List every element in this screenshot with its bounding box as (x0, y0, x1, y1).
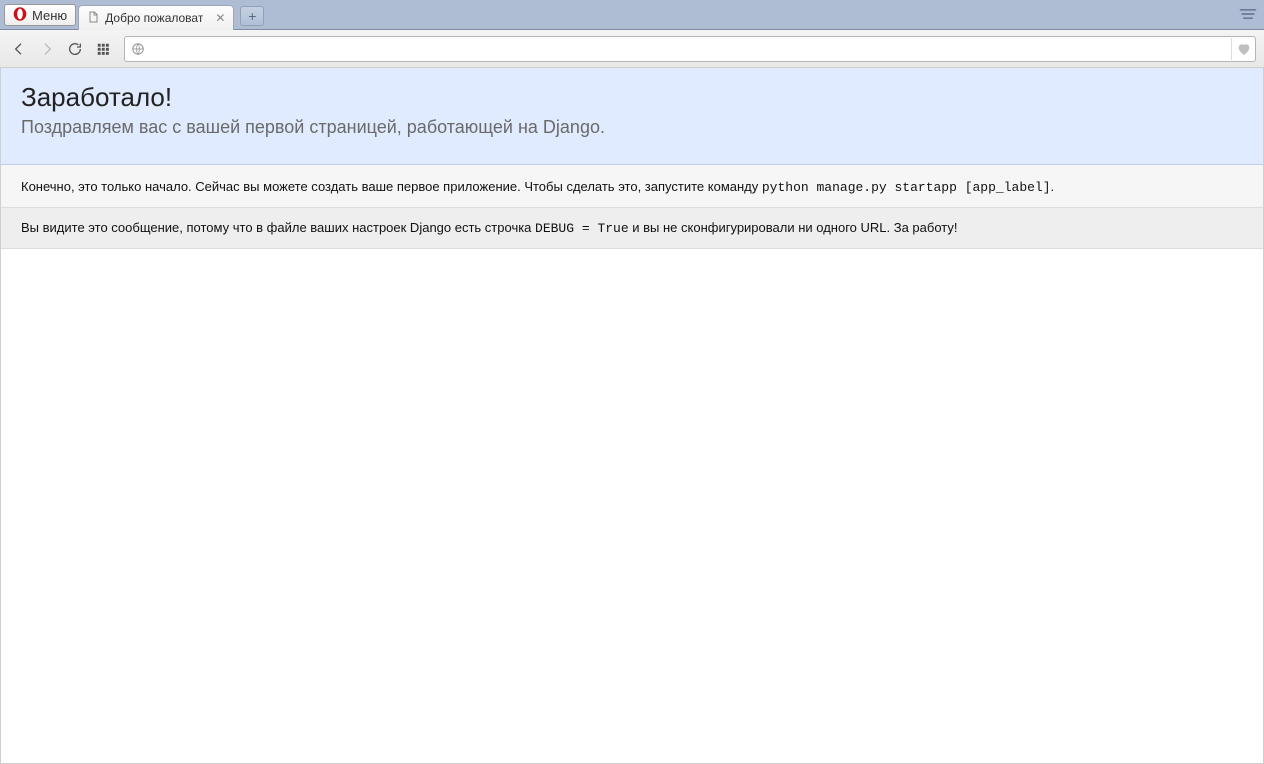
close-icon[interactable]: ✕ (215, 13, 225, 23)
document-icon (87, 11, 99, 26)
explanation-text-post: и вы не сконфигурировали ни одного URL. … (629, 220, 958, 235)
browser-tab[interactable]: Добро пожаловат ✕ (78, 5, 234, 30)
speed-dial-button[interactable] (92, 38, 114, 60)
tab-title: Добро пожаловат (105, 11, 203, 25)
reload-button[interactable] (64, 38, 86, 60)
arrow-left-icon (11, 41, 27, 57)
reload-icon (67, 41, 83, 57)
browser-chrome: Меню Добро пожаловат ✕ + (0, 0, 1264, 68)
panel-toggle-button[interactable] (1238, 6, 1258, 22)
summary-banner: Заработало! Поздравляем вас с вашей перв… (1, 68, 1263, 165)
globe-icon (127, 38, 149, 60)
page-viewport: Заработало! Поздравляем вас с вашей перв… (0, 68, 1264, 764)
back-button[interactable] (8, 38, 30, 60)
heart-icon (1236, 41, 1252, 57)
explanation-text-pre: Вы видите это сообщение, потому что в фа… (21, 220, 535, 235)
address-bar[interactable] (124, 36, 1256, 62)
instructions-block: Конечно, это только начало. Сейчас вы мо… (1, 165, 1263, 208)
explanation-code: DEBUG = True (535, 221, 629, 236)
instructions-code: python manage.py startapp [app_label] (762, 180, 1051, 195)
instructions-text-post: . (1051, 179, 1055, 194)
page-heading: Заработало! (21, 82, 1243, 113)
forward-button[interactable] (36, 38, 58, 60)
menu-button[interactable]: Меню (4, 4, 76, 26)
arrow-right-icon (39, 41, 55, 57)
new-tab-button[interactable]: + (240, 6, 264, 26)
tab-strip: Меню Добро пожаловат ✕ + (0, 0, 1264, 30)
page-subheading: Поздравляем вас с вашей первой страницей… (21, 117, 1243, 138)
plus-icon: + (248, 8, 256, 24)
url-input[interactable] (149, 41, 1231, 56)
grid-icon (96, 42, 110, 56)
instructions-text-pre: Конечно, это только начало. Сейчас вы мо… (21, 179, 762, 194)
explanation-block: Вы видите это сообщение, потому что в фа… (1, 208, 1263, 249)
menu-label: Меню (32, 8, 67, 23)
bookmark-button[interactable] (1231, 38, 1255, 60)
navigation-bar (0, 30, 1264, 68)
opera-logo-icon (13, 7, 27, 24)
